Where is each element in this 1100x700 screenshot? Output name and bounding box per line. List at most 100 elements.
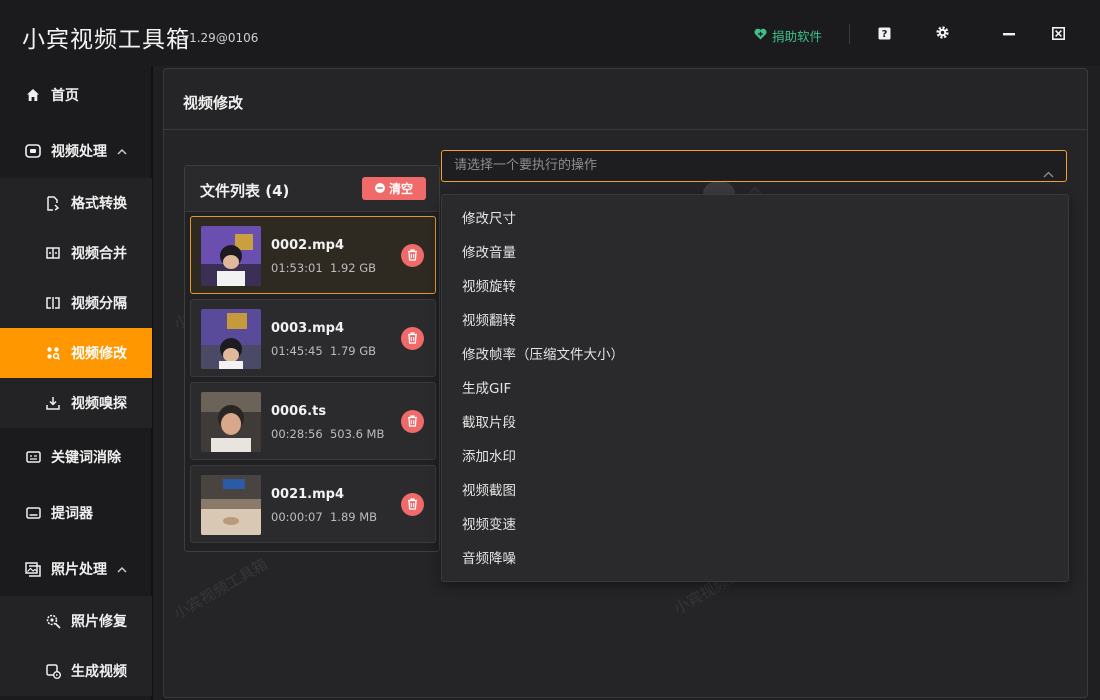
file-list-header: 文件列表 (4) 清空 bbox=[185, 166, 439, 212]
file-item[interactable]: 0021.mp4 00:00:07 1.89 MB bbox=[190, 465, 436, 543]
operation-select-placeholder: 请选择一个要执行的操作 bbox=[454, 158, 598, 173]
dropdown-option[interactable]: 截取片段 bbox=[442, 406, 1068, 440]
settings-button[interactable] bbox=[932, 24, 952, 44]
file-duration: 00:28:56 bbox=[271, 427, 323, 441]
trash-icon bbox=[407, 246, 418, 265]
gear-icon bbox=[935, 25, 950, 44]
delete-button[interactable] bbox=[401, 410, 424, 433]
sidebar-item-video-sniff[interactable]: 视频嗅探 bbox=[0, 378, 152, 428]
home-icon bbox=[25, 87, 41, 103]
file-item[interactable]: 0002.mp4 01:53:01 1.92 GB bbox=[190, 216, 436, 294]
dropdown-option[interactable]: 视频翻转 bbox=[442, 304, 1068, 338]
dropdown-option[interactable]: 音频降噪 bbox=[442, 542, 1068, 576]
clear-label: 清空 bbox=[388, 182, 413, 196]
dropdown-option[interactable]: 修改尺寸 bbox=[442, 202, 1068, 236]
minus-circle-icon bbox=[374, 182, 385, 196]
donate-button[interactable]: 捐助软件 bbox=[754, 26, 822, 45]
sidebar-item-format-convert[interactable]: 格式转换 bbox=[0, 178, 152, 228]
file-size: 1.89 MB bbox=[329, 510, 378, 524]
main-header: 视频修改 bbox=[164, 69, 1087, 130]
trash-icon bbox=[407, 412, 418, 431]
dropdown-option[interactable]: 修改帧率（压缩文件大小） bbox=[442, 338, 1068, 372]
sidebar-item-label: 视频分隔 bbox=[71, 296, 127, 312]
file-duration: 00:00:07 bbox=[271, 510, 323, 524]
sidebar-item-label: 视频处理 bbox=[51, 144, 107, 160]
sidebar-item-label: 视频合并 bbox=[71, 246, 127, 262]
file-list-title: 文件列表 (4) bbox=[200, 182, 290, 200]
delete-button[interactable] bbox=[401, 327, 424, 350]
dropdown-option[interactable]: 生成GIF bbox=[442, 372, 1068, 406]
heart-icon bbox=[754, 28, 767, 43]
delete-button[interactable] bbox=[401, 244, 424, 267]
video-thumbnail bbox=[201, 309, 261, 369]
video-thumbnail bbox=[201, 475, 261, 535]
sidebar-item-label: 关键词消除 bbox=[51, 450, 121, 466]
minimize-icon bbox=[1003, 25, 1015, 44]
file-name: 0002.mp4 bbox=[271, 238, 345, 253]
dropdown-option[interactable]: 修改音量 bbox=[442, 236, 1068, 270]
video-thumbnail bbox=[201, 226, 261, 286]
file-size: 1.92 GB bbox=[329, 261, 377, 275]
sidebar-item-generate-video[interactable]: 生成视频 bbox=[0, 646, 152, 696]
close-icon bbox=[1051, 25, 1065, 44]
file-meta: 01:45:45 1.79 GB bbox=[271, 344, 376, 358]
help-icon: ? bbox=[878, 25, 891, 44]
file-name: 0021.mp4 bbox=[271, 487, 345, 502]
help-button[interactable]: ? bbox=[874, 24, 894, 44]
file-meta: 00:00:07 1.89 MB bbox=[271, 510, 377, 524]
merge-icon bbox=[45, 245, 61, 261]
sidebar-item-video-processing[interactable]: 视频处理 bbox=[0, 126, 152, 176]
sidebar-item-label: 格式转换 bbox=[71, 196, 127, 212]
title-bar: 小宾视频工具箱 v1.29@0106 捐助软件 ? bbox=[0, 0, 1100, 66]
sidebar-item-video-edit[interactable]: 视频修改 bbox=[0, 328, 152, 378]
dropdown-option[interactable]: 视频变速 bbox=[442, 508, 1068, 542]
split-icon bbox=[45, 295, 61, 311]
sidebar-item-label: 照片处理 bbox=[51, 562, 107, 578]
delete-button[interactable] bbox=[401, 493, 424, 516]
sidebar-item-keyword-removal[interactable]: 关键词消除 bbox=[0, 432, 152, 482]
dropdown-option[interactable]: 视频旋转 bbox=[442, 270, 1068, 304]
operation-select[interactable]: 请选择一个要执行的操作 bbox=[441, 150, 1067, 182]
svg-text:?: ? bbox=[881, 29, 887, 40]
file-convert-icon bbox=[45, 195, 61, 211]
sidebar-item-photo-processing[interactable]: 照片处理 bbox=[0, 544, 152, 594]
sidebar-item-label: 生成视频 bbox=[71, 664, 127, 680]
sidebar-item-video-split[interactable]: 视频分隔 bbox=[0, 278, 152, 328]
titlebar-divider bbox=[849, 24, 850, 44]
sidebar-item-label: 视频嗅探 bbox=[71, 396, 127, 412]
toggle-switch[interactable] bbox=[703, 182, 735, 194]
chevron-up-icon bbox=[117, 143, 127, 159]
chevron-up-icon bbox=[1043, 160, 1054, 190]
chevron-up-icon bbox=[117, 561, 127, 577]
trash-icon bbox=[407, 495, 418, 514]
sidebar-item-photo-repair[interactable]: 照片修复 bbox=[0, 596, 152, 646]
operation-dropdown: 修改尺寸 修改音量 视频旋转 视频翻转 修改帧率（压缩文件大小） 生成GIF 截… bbox=[441, 194, 1069, 582]
minimize-button[interactable] bbox=[999, 24, 1019, 44]
file-item[interactable]: 0006.ts 00:28:56 503.6 MB bbox=[190, 382, 436, 460]
sidebar-item-label: 照片修复 bbox=[71, 614, 127, 630]
sidebar-item-label: 首页 bbox=[51, 88, 79, 104]
sidebar-item-label: 视频修改 bbox=[71, 346, 127, 362]
generate-video-icon bbox=[45, 663, 61, 679]
clear-button[interactable]: 清空 bbox=[362, 177, 426, 200]
file-duration: 01:45:45 bbox=[271, 344, 323, 358]
sidebar-item-home[interactable]: 首页 bbox=[0, 70, 152, 120]
close-button[interactable] bbox=[1048, 24, 1068, 44]
page-title: 视频修改 bbox=[183, 94, 244, 112]
donate-label: 捐助软件 bbox=[772, 29, 823, 44]
download-icon bbox=[45, 395, 61, 411]
trash-icon bbox=[407, 329, 418, 348]
sidebar-item-label: 提词器 bbox=[51, 506, 93, 522]
dropdown-option[interactable]: 添加水印 bbox=[442, 440, 1068, 474]
file-item[interactable]: 0003.mp4 01:45:45 1.79 GB bbox=[190, 299, 436, 377]
sidebar-item-video-merge[interactable]: 视频合并 bbox=[0, 228, 152, 278]
dropdown-option[interactable]: 视频截图 bbox=[442, 474, 1068, 508]
file-name: 0003.mp4 bbox=[271, 321, 345, 336]
app-title: 小宾视频工具箱 bbox=[22, 27, 190, 53]
file-size: 503.6 MB bbox=[329, 427, 385, 441]
file-meta: 00:28:56 503.6 MB bbox=[271, 427, 384, 441]
photo-icon bbox=[25, 561, 41, 577]
file-list-panel: 文件列表 (4) 清空 0002.mp4 01:53:01 1.92 GB 00… bbox=[184, 165, 440, 552]
sidebar-item-teleprompter[interactable]: 提词器 bbox=[0, 488, 152, 538]
file-duration: 01:53:01 bbox=[271, 261, 323, 275]
